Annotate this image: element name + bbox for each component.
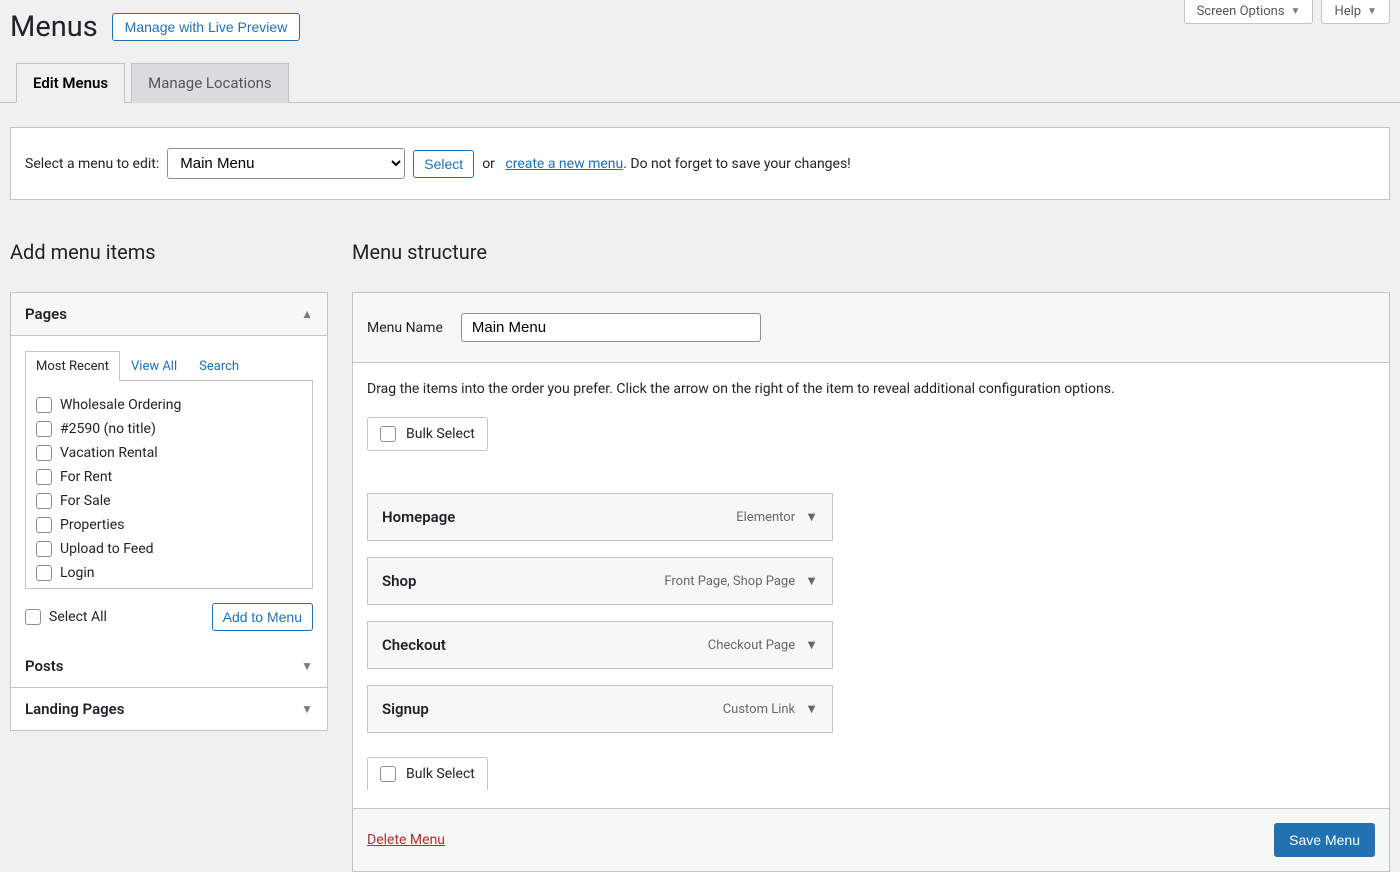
pages-checklist: Wholesale Ordering #2590 (no title) Vaca… — [25, 381, 313, 589]
select-all-checkbox[interactable] — [25, 609, 41, 625]
menu-item-type: Elementor — [736, 510, 795, 525]
pages-panel-title: Pages — [25, 305, 67, 323]
select-button[interactable]: Select — [413, 150, 474, 178]
save-menu-button[interactable]: Save Menu — [1274, 823, 1375, 857]
list-item[interactable]: Login — [36, 561, 302, 585]
tab-manage-locations[interactable]: Manage Locations — [131, 63, 289, 103]
page-checkbox[interactable] — [36, 541, 52, 557]
bulk-select-checkbox[interactable] — [380, 766, 396, 782]
bulk-select-bottom[interactable]: Bulk Select — [367, 757, 488, 790]
screen-options-label: Screen Options — [1197, 4, 1285, 19]
menu-item[interactable]: Signup Custom Link ▼ — [367, 685, 833, 733]
landing-panel-title: Landing Pages — [25, 700, 124, 718]
menu-structure-heading: Menu structure — [352, 240, 1390, 264]
bulk-select-label: Bulk Select — [406, 766, 475, 782]
landing-panel-header[interactable]: Landing Pages ▼ — [11, 688, 327, 730]
menu-item-title: Homepage — [382, 508, 455, 526]
menu-item-type: Front Page, Shop Page — [664, 574, 795, 589]
caret-down-icon[interactable]: ▼ — [805, 637, 818, 653]
pages-panel-header[interactable]: Pages ▲ — [11, 293, 327, 336]
pages-panel-body: Most Recent View All Search Wholesale Or… — [11, 336, 327, 645]
tab-most-recent[interactable]: Most Recent — [25, 351, 120, 381]
menu-select[interactable]: Main Menu — [167, 148, 405, 179]
caret-down-icon[interactable]: ▼ — [805, 701, 818, 717]
menu-name-label: Menu Name — [367, 320, 443, 336]
list-item[interactable]: Properties — [36, 513, 302, 537]
add-menu-items-heading: Add menu items — [10, 240, 328, 264]
page-checkbox[interactable] — [36, 445, 52, 461]
menu-item-title: Checkout — [382, 636, 446, 654]
posts-panel-header[interactable]: Posts ▼ — [11, 645, 327, 688]
bulk-select-top[interactable]: Bulk Select — [367, 417, 488, 451]
page-checkbox[interactable] — [36, 421, 52, 437]
select-all-row[interactable]: Select All — [25, 609, 107, 625]
posts-panel-title: Posts — [25, 657, 63, 675]
tab-search[interactable]: Search — [188, 351, 250, 381]
bulk-select-label: Bulk Select — [406, 426, 475, 442]
select-menu-label: Select a menu to edit: — [25, 156, 159, 172]
help-label: Help — [1334, 4, 1361, 19]
menu-item[interactable]: Homepage Elementor ▼ — [367, 493, 833, 541]
select-all-label: Select All — [49, 609, 107, 625]
select-menu-bar: Select a menu to edit: Main Menu Select … — [10, 127, 1390, 200]
menu-item[interactable]: Checkout Checkout Page ▼ — [367, 621, 833, 669]
help-tab[interactable]: Help ▼ — [1321, 0, 1390, 24]
add-items-panel: Pages ▲ Most Recent View All Search Whol… — [10, 292, 328, 731]
structure-help: Drag the items into the order you prefer… — [367, 381, 1375, 397]
menu-item-title: Shop — [382, 572, 416, 590]
create-menu-link[interactable]: create a new menu — [505, 156, 623, 172]
caret-up-icon: ▲ — [301, 307, 313, 321]
page-checkbox[interactable] — [36, 397, 52, 413]
nav-tab-wrapper: Edit Menus Manage Locations — [0, 62, 1400, 103]
or-text: or — [482, 156, 495, 172]
page-checkbox[interactable] — [36, 493, 52, 509]
caret-down-icon: ▼ — [1367, 6, 1377, 17]
menu-name-input[interactable] — [461, 313, 761, 342]
menu-item[interactable]: Shop Front Page, Shop Page ▼ — [367, 557, 833, 605]
menu-structure-box: Menu Name Drag the items into the order … — [352, 292, 1390, 872]
list-item[interactable]: Upload to Feed — [36, 537, 302, 561]
menu-item-title: Signup — [382, 700, 429, 718]
delete-menu-link[interactable]: Delete Menu — [367, 832, 445, 848]
bulk-select-checkbox[interactable] — [380, 426, 396, 442]
list-item[interactable]: Vacation Rental — [36, 441, 302, 465]
caret-down-icon: ▼ — [301, 702, 313, 716]
page-checkbox[interactable] — [36, 565, 52, 581]
list-item[interactable]: For Sale — [36, 489, 302, 513]
page-title: Menus — [10, 10, 98, 44]
menu-item-type: Custom Link — [723, 702, 795, 717]
caret-down-icon: ▼ — [1291, 6, 1301, 17]
menu-item-type: Checkout Page — [708, 638, 795, 653]
list-item[interactable]: #2590 (no title) — [36, 417, 302, 441]
caret-down-icon[interactable]: ▼ — [805, 573, 818, 589]
page-checkbox[interactable] — [36, 469, 52, 485]
caret-down-icon[interactable]: ▼ — [805, 509, 818, 525]
page-checkbox[interactable] — [36, 517, 52, 533]
tab-view-all[interactable]: View All — [120, 351, 188, 381]
tab-edit-menus[interactable]: Edit Menus — [16, 63, 125, 103]
caret-down-icon: ▼ — [301, 659, 313, 673]
select-suffix: . Do not forget to save your changes! — [623, 156, 851, 172]
screen-options-tab[interactable]: Screen Options ▼ — [1184, 0, 1314, 24]
list-item[interactable]: For Rent — [36, 465, 302, 489]
live-preview-button[interactable]: Manage with Live Preview — [112, 13, 301, 41]
add-to-menu-button[interactable]: Add to Menu — [212, 603, 313, 631]
list-item[interactable]: Wholesale Ordering — [36, 393, 302, 417]
